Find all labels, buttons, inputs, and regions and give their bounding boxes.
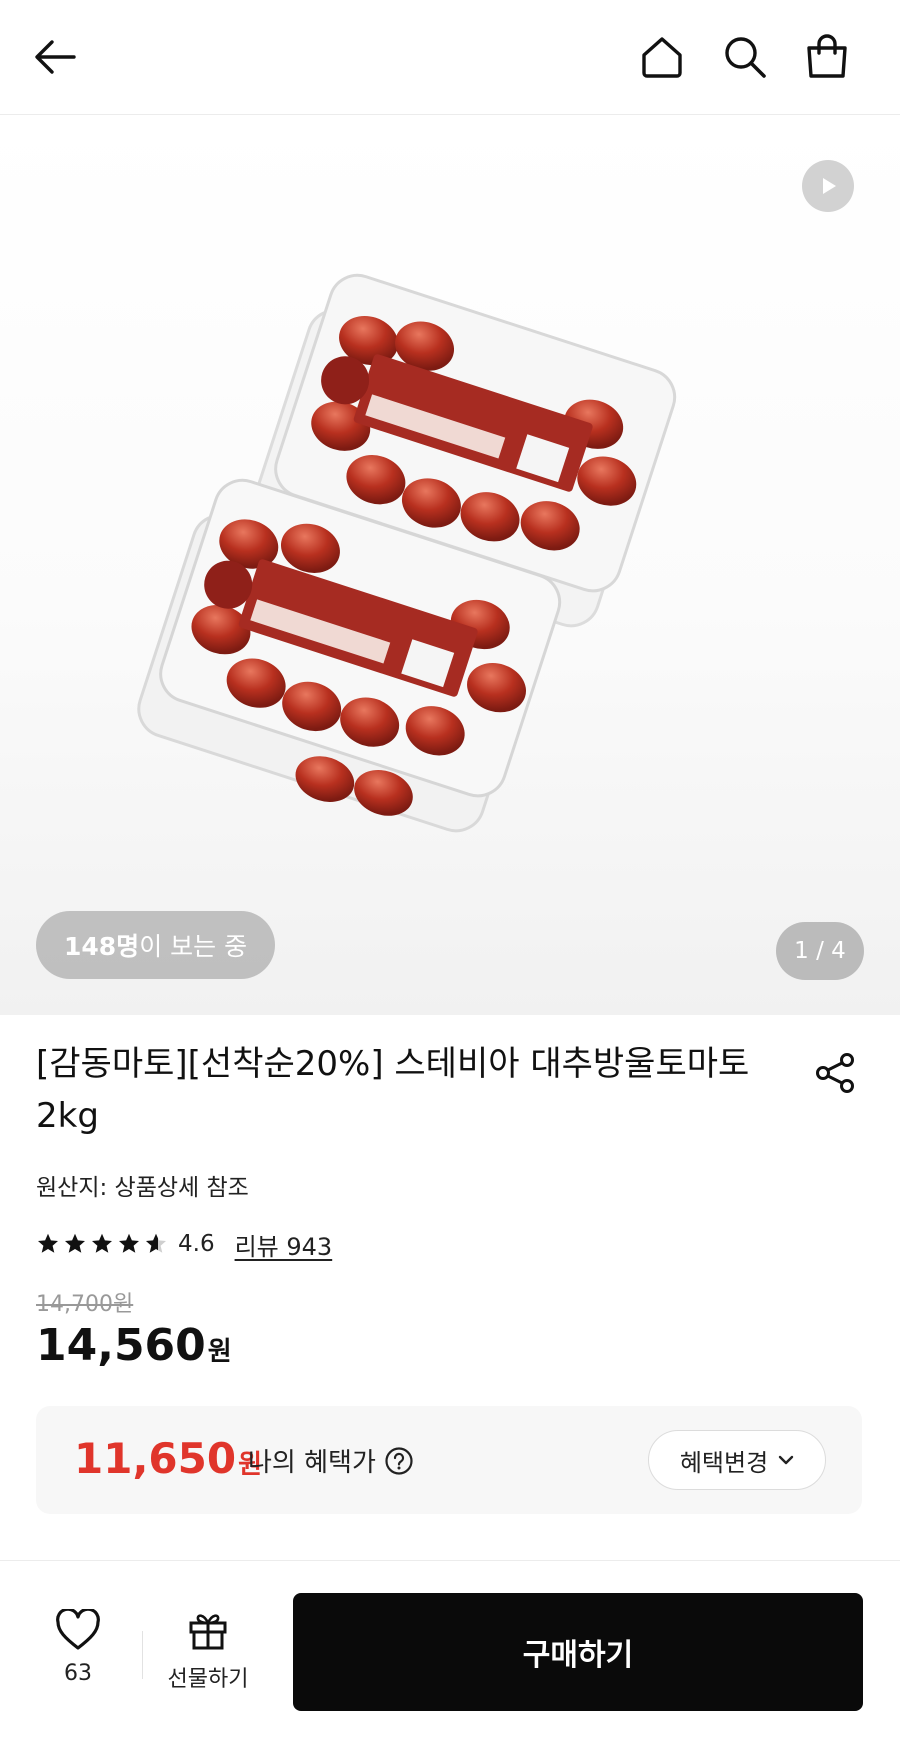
benefit-change-button[interactable]: 혜택변경 xyxy=(648,1430,826,1490)
viewers-count: 148명 xyxy=(64,932,140,961)
tomato-package-image xyxy=(137,273,677,833)
benefit-price-box: 11,650 원 나의 혜택가 혜택변경 xyxy=(36,1406,862,1514)
top-header xyxy=(0,0,900,115)
gift-label: 선물하기 xyxy=(167,1667,249,1692)
gift-icon xyxy=(189,1614,227,1650)
share-icon[interactable] xyxy=(810,1048,860,1098)
chevron-down-icon xyxy=(778,1455,794,1465)
buy-button[interactable]: 구매하기 xyxy=(293,1593,863,1711)
gift-button[interactable]: 선물하기 xyxy=(158,1609,258,1693)
like-button[interactable]: 63 xyxy=(36,1607,120,1686)
star-icon xyxy=(38,1233,58,1253)
benefit-change-label: 혜택변경 xyxy=(679,1448,769,1477)
image-page-indicator: 1 / 4 xyxy=(776,922,864,980)
question-circle-icon[interactable] xyxy=(384,1446,414,1476)
product-title: [감동마토][선착순20%] 스테비아 대추방울토마토 2kg xyxy=(36,1044,750,1136)
origin-info: 원산지: 상품상세 참조 xyxy=(36,1175,249,1201)
like-count: 63 xyxy=(64,1661,92,1686)
heart-icon xyxy=(56,1607,100,1650)
search-icon[interactable] xyxy=(720,32,770,82)
home-icon[interactable] xyxy=(637,32,687,82)
viewers-badge: 148명 이 보는 중 xyxy=(36,911,276,979)
benefit-label-text: 나의 혜택가 xyxy=(248,1448,376,1478)
back-arrow-icon[interactable] xyxy=(30,32,80,82)
rating-stars xyxy=(36,1232,168,1256)
benefit-label: 나의 혜택가 xyxy=(248,1442,414,1479)
sale-price-value: 14,560 xyxy=(36,1320,206,1371)
benefit-price-value: 11,650 xyxy=(74,1434,237,1483)
half-star-icon xyxy=(146,1233,166,1253)
star-icon xyxy=(119,1233,139,1253)
divider xyxy=(142,1631,143,1679)
shopping-bag-icon[interactable] xyxy=(802,32,852,82)
original-price: 14,700원 xyxy=(36,1292,134,1317)
viewers-suffix: 이 보는 중 xyxy=(139,932,248,961)
rating-row: 4.6 리뷰 943 xyxy=(36,1226,332,1262)
rating-value: 4.6 xyxy=(178,1231,215,1257)
product-image-gallery[interactable]: 148명 이 보는 중 1 / 4 xyxy=(0,115,900,1015)
sale-price: 14,560 원 xyxy=(36,1320,232,1371)
sale-price-unit: 원 xyxy=(207,1337,232,1367)
bottom-action-bar: 63 선물하기 구매하기 xyxy=(0,1560,900,1738)
benefit-price: 11,650 원 xyxy=(74,1434,262,1483)
star-icon xyxy=(65,1233,85,1253)
review-link[interactable]: 리뷰 943 xyxy=(235,1227,333,1262)
star-icon xyxy=(92,1233,112,1253)
